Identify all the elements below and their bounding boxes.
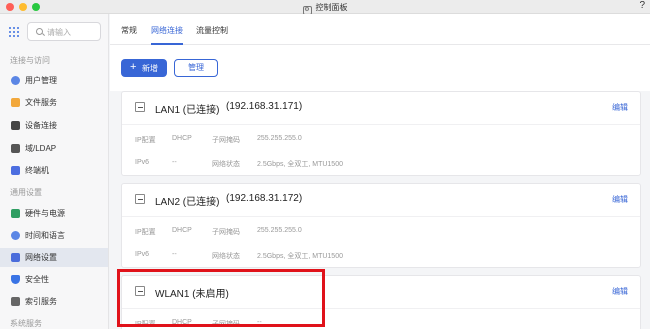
sidebar-item-label: 网络设置 <box>25 253 57 262</box>
card-ip-address: (192.168.31.172) <box>226 193 303 204</box>
network-icon <box>11 253 20 262</box>
toolbar: + 新增 管理 <box>110 45 650 91</box>
search-icon <box>36 28 43 35</box>
sidebar-item-label: 文件服务 <box>25 98 57 107</box>
sidebar: 连接与访问 用户管理 文件服务 设备连接 域/LDAP 终端机 通用设置 硬件与… <box>0 14 109 329</box>
sidebar-item-label: 用户管理 <box>25 76 57 85</box>
sidebar-item-security[interactable]: 安全性 <box>0 270 108 289</box>
tab-general[interactable]: 常规 <box>121 25 137 36</box>
sidebar-item-label: 终端机 <box>25 166 49 175</box>
field-label: 子网掩码 <box>212 137 240 144</box>
card-title: LAN2 (已连接) <box>155 197 220 208</box>
plus-icon: + <box>130 61 137 73</box>
clock-icon <box>11 231 20 240</box>
tab-bar: 常规 网络连接 流量控制 <box>110 14 650 45</box>
sidebar-item-time-language[interactable]: 时间和语言 <box>0 226 108 245</box>
section-system-services: 系统服务 <box>10 319 42 328</box>
shield-icon <box>11 275 20 284</box>
title-bar: ⚙ 控制面板 ? <box>0 0 650 15</box>
field-value: 255.255.255.0 <box>257 227 302 234</box>
card-details: IP配置 DHCP 子网掩码 255.255.255.0 IPv6 -- 网络状… <box>122 124 640 176</box>
field-value: DHCP <box>172 135 192 142</box>
index-icon <box>11 297 20 306</box>
sidebar-item-hardware-power[interactable]: 硬件与电源 <box>0 204 108 223</box>
card-header: LAN2 (已连接) (192.168.31.172) 编辑 <box>122 184 640 216</box>
terminal-icon <box>11 166 20 175</box>
field-value: -- <box>172 159 177 166</box>
field-label: IP配置 <box>135 229 156 236</box>
edit-button[interactable]: 编辑 <box>612 194 628 205</box>
field-label: IPv6 <box>135 159 150 166</box>
collapse-icon[interactable] <box>135 102 145 112</box>
collapse-icon[interactable] <box>135 194 145 204</box>
card-details: IP配置 DHCP 子网掩码 255.255.255.0 IPv6 -- 网络状… <box>122 216 640 268</box>
search-input[interactable] <box>47 26 99 38</box>
window-title-text: 控制面板 <box>315 3 348 12</box>
sidebar-item-label: 时间和语言 <box>25 231 65 240</box>
hardware-icon <box>11 209 20 218</box>
sidebar-item-label: 安全性 <box>25 275 49 284</box>
sidebar-item-label: 索引服务 <box>25 297 57 306</box>
sidebar-item-index-service[interactable]: 索引服务 <box>0 292 108 311</box>
section-general-settings: 通用设置 <box>10 188 42 197</box>
edit-button[interactable]: 编辑 <box>612 102 628 113</box>
sidebar-item-domain-ldap[interactable]: 域/LDAP <box>0 139 108 158</box>
folder-icon <box>11 98 20 107</box>
domain-icon <box>11 144 20 153</box>
tab-traffic-control[interactable]: 流量控制 <box>196 25 228 36</box>
add-button-label: 新增 <box>142 64 158 73</box>
field-value: 2.5Gbps, 全双工, MTU1500 <box>257 253 343 260</box>
app-grid-icon[interactable] <box>9 27 19 37</box>
sidebar-item-label: 硬件与电源 <box>25 209 65 218</box>
manage-button[interactable]: 管理 <box>174 59 218 77</box>
field-label: 网络状态 <box>212 253 240 260</box>
sidebar-item-label: 设备连接 <box>25 121 57 130</box>
highlight-box <box>117 269 325 327</box>
network-card-lan1: LAN1 (已连接) (192.168.31.171) 编辑 IP配置 DHCP… <box>121 91 641 176</box>
help-button[interactable]: ? <box>639 0 645 11</box>
add-button[interactable]: + 新增 <box>121 59 167 77</box>
card-title: LAN1 (已连接) <box>155 105 220 116</box>
field-label: IPv6 <box>135 251 150 258</box>
sidebar-item-network-settings[interactable]: 网络设置 <box>0 248 108 267</box>
field-label: 子网掩码 <box>212 229 240 236</box>
search-box[interactable] <box>27 22 101 41</box>
edit-button[interactable]: 编辑 <box>612 286 628 297</box>
user-icon <box>11 76 20 85</box>
field-value: 255.255.255.0 <box>257 135 302 142</box>
field-value: -- <box>172 251 177 258</box>
field-value: 2.5Gbps, 全双工, MTU1500 <box>257 161 343 168</box>
device-icon <box>11 121 20 130</box>
sidebar-item-user-management[interactable]: 用户管理 <box>0 71 108 90</box>
sidebar-item-device-connection[interactable]: 设备连接 <box>0 116 108 135</box>
card-header: LAN1 (已连接) (192.168.31.171) 编辑 <box>122 92 640 124</box>
field-label: 网络状态 <box>212 161 240 168</box>
sidebar-item-terminal[interactable]: 终端机 <box>0 161 108 180</box>
tab-network-connection[interactable]: 网络连接 <box>151 25 183 36</box>
card-ip-address: (192.168.31.171) <box>226 101 303 112</box>
section-connection-access: 连接与访问 <box>10 56 50 65</box>
sidebar-item-label: 域/LDAP <box>25 144 57 153</box>
network-card-lan2: LAN2 (已连接) (192.168.31.172) 编辑 IP配置 DHCP… <box>121 183 641 268</box>
field-value: DHCP <box>172 227 192 234</box>
sidebar-item-file-service[interactable]: 文件服务 <box>0 93 108 112</box>
field-label: IP配置 <box>135 137 156 144</box>
